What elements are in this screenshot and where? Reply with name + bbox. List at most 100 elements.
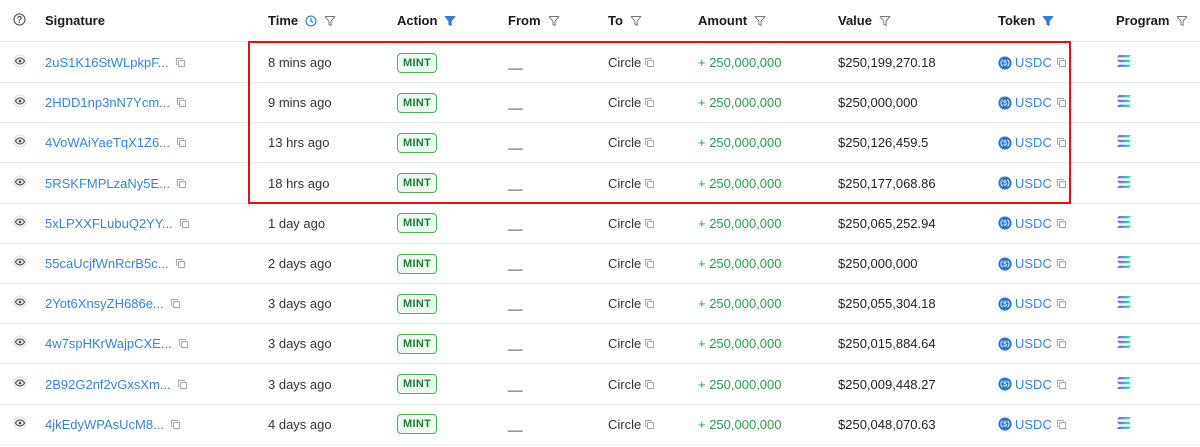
to-value[interactable]: Circle	[608, 296, 641, 311]
copy-icon[interactable]	[644, 379, 655, 390]
help-cell[interactable]	[13, 0, 26, 41]
to-value[interactable]: Circle	[608, 216, 641, 231]
copy-icon[interactable]	[1056, 178, 1067, 189]
eye-icon[interactable]	[13, 376, 27, 393]
eye-icon[interactable]	[13, 416, 27, 433]
signature-link[interactable]: 4jkEdyWPAsUcM8...	[45, 417, 164, 432]
solana-logo-icon[interactable]	[1116, 134, 1132, 151]
token-link[interactable]: USDC	[1015, 95, 1052, 110]
token-link[interactable]: USDC	[1015, 135, 1052, 150]
signature-link[interactable]: 4VoWAiYaeTqX1Z6...	[45, 135, 170, 150]
token-link[interactable]: USDC	[1015, 216, 1052, 231]
view-cell[interactable]	[13, 164, 27, 203]
copy-icon[interactable]	[644, 258, 655, 269]
copy-icon[interactable]	[644, 338, 655, 349]
filter-funnel-icon[interactable]	[1042, 15, 1054, 27]
view-cell[interactable]	[13, 244, 27, 283]
to-value[interactable]: Circle	[608, 417, 641, 432]
token-link[interactable]: USDC	[1015, 377, 1052, 392]
copy-icon[interactable]	[1056, 258, 1067, 269]
copy-icon[interactable]	[175, 258, 186, 269]
copy-icon[interactable]	[1056, 419, 1067, 430]
eye-icon[interactable]	[13, 255, 27, 272]
filter-funnel-icon[interactable]	[444, 15, 456, 27]
token-link[interactable]: USDC	[1015, 417, 1052, 432]
view-cell[interactable]	[13, 204, 27, 243]
copy-icon[interactable]	[644, 137, 655, 148]
token-link[interactable]: USDC	[1015, 55, 1052, 70]
eye-icon[interactable]	[13, 94, 27, 111]
filter-funnel-icon[interactable]	[1176, 15, 1188, 27]
to-value[interactable]: Circle	[608, 135, 641, 150]
copy-icon[interactable]	[1056, 218, 1067, 229]
token-link[interactable]: USDC	[1015, 296, 1052, 311]
view-cell[interactable]	[13, 405, 27, 444]
copy-icon[interactable]	[644, 57, 655, 68]
filter-funnel-icon[interactable]	[754, 15, 766, 27]
signature-link[interactable]: 2HDD1np3nN7Ycm...	[45, 95, 170, 110]
copy-icon[interactable]	[170, 419, 181, 430]
copy-icon[interactable]	[176, 137, 187, 148]
view-cell[interactable]	[13, 43, 27, 82]
solana-logo-icon[interactable]	[1116, 255, 1132, 272]
to-value[interactable]: Circle	[608, 377, 641, 392]
token-link[interactable]: USDC	[1015, 176, 1052, 191]
view-cell[interactable]	[13, 123, 27, 162]
to-value[interactable]: Circle	[608, 95, 641, 110]
copy-icon[interactable]	[176, 178, 187, 189]
copy-icon[interactable]	[1056, 137, 1067, 148]
solana-logo-icon[interactable]	[1116, 54, 1132, 71]
solana-logo-icon[interactable]	[1116, 215, 1132, 232]
to-value[interactable]: Circle	[608, 55, 641, 70]
token-link[interactable]: USDC	[1015, 336, 1052, 351]
solana-logo-icon[interactable]	[1116, 94, 1132, 111]
copy-icon[interactable]	[1056, 298, 1067, 309]
signature-link[interactable]: 2uS1K16StWLpkpF...	[45, 55, 169, 70]
signature-link[interactable]: 2Yot6XnsyZH686e...	[45, 296, 164, 311]
eye-icon[interactable]	[13, 215, 27, 232]
copy-icon[interactable]	[177, 379, 188, 390]
copy-icon[interactable]	[175, 57, 186, 68]
view-cell[interactable]	[13, 324, 27, 363]
copy-icon[interactable]	[179, 218, 190, 229]
eye-icon[interactable]	[13, 54, 27, 71]
signature-link[interactable]: 5RSKFMPLzaNy5E...	[45, 176, 170, 191]
to-value[interactable]: Circle	[608, 256, 641, 271]
token-link[interactable]: USDC	[1015, 256, 1052, 271]
copy-icon[interactable]	[176, 97, 187, 108]
clock-icon[interactable]	[305, 14, 317, 27]
eye-icon[interactable]	[13, 175, 27, 192]
filter-funnel-icon[interactable]	[324, 15, 336, 27]
copy-icon[interactable]	[644, 97, 655, 108]
solana-logo-icon[interactable]	[1116, 295, 1132, 312]
copy-icon[interactable]	[644, 218, 655, 229]
filter-funnel-icon[interactable]	[548, 15, 560, 27]
filter-funnel-icon[interactable]	[879, 15, 891, 27]
eye-icon[interactable]	[13, 335, 27, 352]
solana-logo-icon[interactable]	[1116, 335, 1132, 352]
view-cell[interactable]	[13, 83, 27, 122]
copy-icon[interactable]	[644, 298, 655, 309]
copy-icon[interactable]	[1056, 57, 1067, 68]
eye-icon[interactable]	[13, 295, 27, 312]
copy-icon[interactable]	[178, 338, 189, 349]
solana-logo-icon[interactable]	[1116, 416, 1132, 433]
copy-icon[interactable]	[170, 298, 181, 309]
view-cell[interactable]	[13, 284, 27, 323]
copy-icon[interactable]	[1056, 379, 1067, 390]
signature-link[interactable]: 55caUcjfWnRcrB5c...	[45, 256, 169, 271]
copy-icon[interactable]	[1056, 338, 1067, 349]
copy-icon[interactable]	[1056, 97, 1067, 108]
solana-logo-icon[interactable]	[1116, 175, 1132, 192]
signature-link[interactable]: 4w7spHKrWajpCXE...	[45, 336, 172, 351]
solana-logo-icon[interactable]	[1116, 376, 1132, 393]
signature-link[interactable]: 5xLPXXFLubuQ2YY...	[45, 216, 173, 231]
view-cell[interactable]	[13, 365, 27, 404]
eye-icon[interactable]	[13, 134, 27, 151]
signature-link[interactable]: 2B92G2nf2vGxsXm...	[45, 377, 171, 392]
copy-icon[interactable]	[644, 178, 655, 189]
copy-icon[interactable]	[644, 419, 655, 430]
to-value[interactable]: Circle	[608, 336, 641, 351]
question-circle-icon[interactable]	[13, 12, 26, 29]
to-value[interactable]: Circle	[608, 176, 641, 191]
